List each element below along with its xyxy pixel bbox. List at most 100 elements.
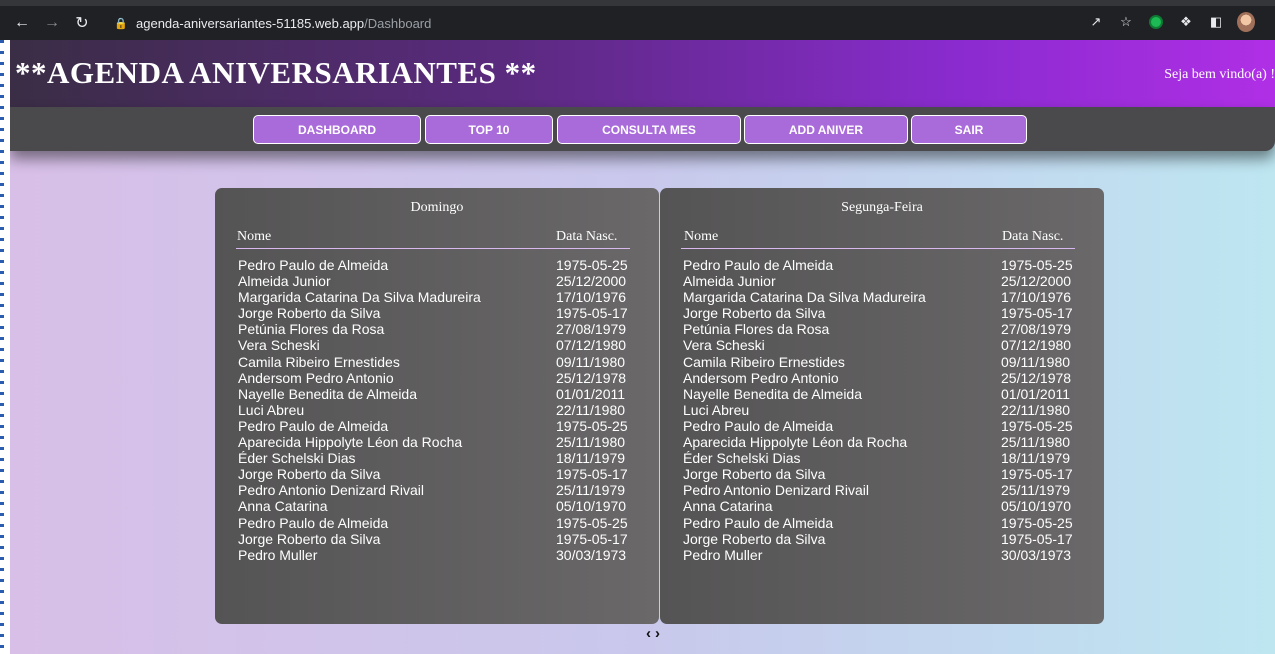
list-item: Almeida Junior 25/12/2000: [215, 273, 659, 289]
header-divider: [681, 248, 1075, 249]
list-item: Jorge Roberto da Silva 1975-05-17: [215, 531, 659, 547]
list-item: Éder Schelski Dias 18/11/1979: [215, 450, 659, 466]
list-item: Camila Ribeiro Ernestides 09/11/1980: [660, 354, 1104, 370]
person-name: Pedro Antonio Denizard Rivail: [683, 482, 869, 499]
birth-date: 09/11/1980: [1001, 353, 1071, 370]
person-name: Pedro Paulo de Almeida: [238, 417, 389, 434]
birth-date: 09/11/1980: [556, 353, 626, 370]
birth-date: 1975-05-25: [556, 257, 628, 273]
nav-consulta-mes-button[interactable]: CONSULTA MES: [557, 115, 741, 144]
share-icon[interactable]: ↗: [1087, 13, 1105, 31]
list-item: Almeida Junior 25/12/2000: [660, 273, 1104, 289]
carousel-pager: ‹ ›: [646, 625, 660, 642]
person-name: Aparecida Hippolyte Léon da Rocha: [683, 434, 908, 451]
birth-date: 1975-05-25: [1001, 417, 1073, 434]
back-arrow-icon[interactable]: ←: [10, 11, 34, 35]
extension-green-icon[interactable]: [1147, 13, 1165, 31]
url-path: /Dashboard: [364, 15, 432, 31]
birth-date: 01/01/2011: [556, 385, 626, 402]
birth-date: 05/10/1970: [1001, 498, 1072, 515]
birth-date: 25/11/1980: [1001, 434, 1071, 451]
forward-arrow-icon[interactable]: →: [40, 11, 64, 35]
birthday-card-domingo: Domingo Nome Data Nasc. Pedro Paulo de A…: [215, 188, 659, 624]
birth-date: 18/11/1979: [1001, 450, 1071, 467]
person-name: Margarida Catarina Da Silva Madureira: [238, 289, 481, 306]
person-name: Vera Scheski: [238, 337, 320, 354]
list-item: Luci Abreu 22/11/1980: [215, 402, 659, 418]
left-edge-pattern: [0, 40, 4, 654]
star-icon[interactable]: ☆: [1117, 13, 1135, 31]
list-item: Margarida Catarina Da Silva Madureira 17/…: [215, 289, 659, 305]
birth-date: 1975-05-17: [556, 305, 628, 322]
nav-dashboard-button[interactable]: DASHBOARD: [253, 115, 421, 144]
list-item: Éder Schelski Dias 18/11/1979: [660, 450, 1104, 466]
list-item: Anna Catarina 05/10/1970: [215, 498, 659, 514]
birth-date: 1975-05-17: [1001, 466, 1073, 483]
url-host: agenda-aniversariantes-51185.web.app: [136, 15, 365, 31]
birth-date: 27/08/1979: [1001, 321, 1072, 338]
birth-date: 07/12/1980: [1001, 337, 1072, 354]
person-name: Nayelle Benedita de Almeida: [238, 385, 418, 402]
list-item: Jorge Roberto da Silva 1975-05-17: [660, 305, 1104, 321]
birth-date: 18/11/1979: [556, 450, 626, 467]
birth-date: 1975-05-17: [556, 466, 628, 483]
birth-date: 25/12/2000: [556, 273, 627, 290]
list-item: Petúnia Flores da Rosa 27/08/1979: [660, 321, 1104, 337]
person-name: Aparecida Hippolyte Léon da Rocha: [238, 434, 463, 451]
person-name: Jorge Roberto da Silva: [683, 466, 826, 483]
list-item: Andersom Pedro Antonio 25/12/1978: [215, 370, 659, 386]
person-name: Éder Schelski Dias: [683, 450, 801, 467]
sidebar-icon[interactable]: ◧: [1207, 13, 1225, 31]
nav-top10-button[interactable]: TOP 10: [425, 115, 553, 144]
list-item: Luci Abreu 22/11/1980: [660, 402, 1104, 418]
birth-date: 25/12/1978: [1001, 369, 1072, 386]
person-name: Margarida Catarina Da Silva Madureira: [683, 289, 926, 306]
person-name: Pedro Muller: [238, 546, 318, 563]
address-bar[interactable]: 🔒 agenda-aniversariantes-51185.web.app/D…: [110, 11, 1130, 35]
reload-icon[interactable]: ↻: [70, 11, 94, 35]
list-item: Pedro Antonio Denizard Rivail 25/11/1979: [660, 482, 1104, 498]
header-divider: [236, 248, 630, 249]
navbar: DASHBOARD TOP 10 CONSULTA MES ADD ANIVER…: [10, 107, 1275, 151]
birth-date: 1975-05-17: [1001, 530, 1073, 547]
birth-date: 25/11/1979: [1001, 482, 1071, 499]
list-item: Pedro Paulo de Almeida 1975-05-25: [215, 257, 659, 273]
profile-avatar[interactable]: [1237, 12, 1255, 32]
birth-date: 1975-05-25: [556, 514, 628, 531]
welcome-text: Seja bem vindo(a) !: [1164, 67, 1275, 82]
list-item: Pedro Antonio Denizard Rivail 25/11/1979: [215, 482, 659, 498]
column-header-date: Data Nasc.: [556, 229, 618, 244]
birth-date: 25/12/2000: [1001, 273, 1072, 290]
birth-date: 25/11/1980: [556, 434, 626, 451]
birthday-list: Pedro Paulo de Almeida 1975-05-25 Almeida …: [215, 257, 659, 563]
birth-date: 1975-05-25: [1001, 257, 1073, 273]
browser-toolbar: ← → ↻ 🔒 agenda-aniversariantes-51185.web…: [0, 0, 1275, 40]
birth-date: 1975-05-25: [1001, 514, 1073, 531]
nav-sair-button[interactable]: SAIR: [911, 115, 1027, 144]
list-item: Nayelle Benedita de Almeida 01/01/2011: [215, 386, 659, 402]
puzzle-icon[interactable]: ❖: [1177, 13, 1195, 31]
birth-date: 25/11/1979: [556, 482, 626, 499]
list-item: Andersom Pedro Antonio 25/12/1978: [660, 370, 1104, 386]
chevron-right-icon[interactable]: ›: [655, 625, 660, 642]
column-header-date: Data Nasc.: [1002, 229, 1064, 244]
birth-date: 25/12/1978: [556, 369, 627, 386]
person-name: Nayelle Benedita de Almeida: [683, 385, 863, 402]
birthday-card-segunda: Segunga-Feira Nome Data Nasc. Pedro Paul…: [660, 188, 1104, 624]
chevron-left-icon[interactable]: ‹: [646, 625, 651, 642]
column-header-name: Nome: [237, 229, 272, 244]
list-item: Vera Scheski 07/12/1980: [215, 337, 659, 353]
nav-add-aniver-button[interactable]: ADD ANIVER: [744, 115, 908, 144]
site-title: **AGENDA ANIVERSARIANTES **: [15, 55, 537, 90]
person-name: Jorge Roberto da Silva: [238, 530, 381, 547]
site-header: **AGENDA ANIVERSARIANTES ** Seja bem vin…: [10, 40, 1275, 107]
person-name: Luci Abreu: [683, 401, 750, 418]
person-name: Pedro Paulo de Almeida: [683, 514, 834, 531]
person-name: Pedro Muller: [683, 546, 763, 563]
list-item: Vera Scheski 07/12/1980: [660, 337, 1104, 353]
person-name: Éder Schelski Dias: [238, 450, 356, 467]
birth-date: 1975-05-17: [1001, 305, 1073, 322]
birth-date: 27/08/1979: [556, 321, 627, 338]
person-name: Pedro Paulo de Almeida: [238, 257, 389, 273]
list-item: Anna Catarina 05/10/1970: [660, 498, 1104, 514]
